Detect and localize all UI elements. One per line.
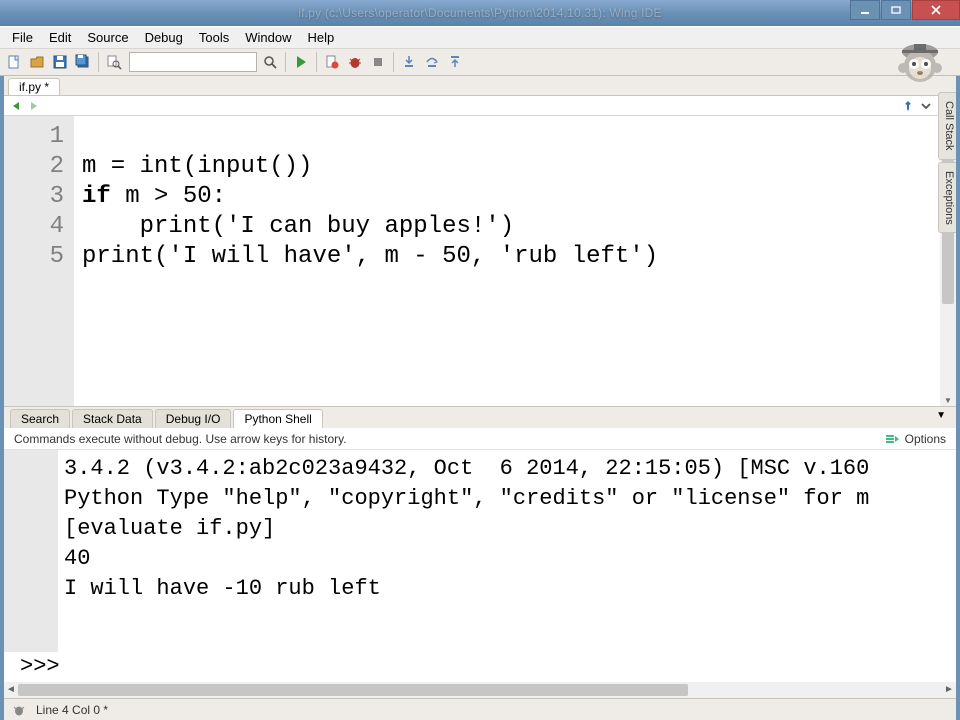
- panel-menu-icon[interactable]: ▼: [936, 410, 946, 421]
- toolbar: [0, 48, 960, 76]
- stop-button[interactable]: [368, 52, 388, 72]
- maximize-button[interactable]: [881, 0, 911, 20]
- code-editor[interactable]: 1 2 3 4 5 m = int(input()) if m > 50: pr…: [4, 116, 956, 406]
- minimize-button[interactable]: [850, 0, 880, 20]
- titlebar[interactable]: if.py (c:\Users\operator\Documents\Pytho…: [0, 0, 960, 26]
- chevron-down-icon[interactable]: [920, 100, 932, 112]
- window-title: if.py (c:\Users\operator\Documents\Pytho…: [298, 6, 661, 20]
- menu-window[interactable]: Window: [237, 28, 299, 47]
- step-over-button[interactable]: [422, 52, 442, 72]
- scroll-right-icon[interactable]: ►: [942, 682, 956, 698]
- save-button[interactable]: [50, 52, 70, 72]
- menubar: File Edit Source Debug Tools Window Help: [0, 26, 960, 48]
- run-button[interactable]: [291, 52, 311, 72]
- new-file-button[interactable]: [4, 52, 24, 72]
- code-area[interactable]: m = int(input()) if m > 50: print('I can…: [74, 116, 956, 406]
- menu-help[interactable]: Help: [299, 28, 342, 47]
- status-position: Line 4 Col 0 *: [36, 703, 108, 717]
- menu-edit[interactable]: Edit: [41, 28, 79, 47]
- menu-file[interactable]: File: [4, 28, 41, 47]
- menu-source[interactable]: Source: [79, 28, 136, 47]
- shell-hscroll[interactable]: ◄ ►: [4, 682, 956, 698]
- menu-tools[interactable]: Tools: [191, 28, 237, 47]
- file-tab[interactable]: if.py *: [8, 78, 60, 95]
- tab-debug-io[interactable]: Debug I/O: [155, 409, 232, 428]
- shell-prompt[interactable]: >>>: [4, 652, 956, 682]
- step-into-button[interactable]: [399, 52, 419, 72]
- shell-output[interactable]: 3.4.2 (v3.4.2:ab2c023a9432, Oct 6 2014, …: [58, 450, 956, 652]
- options-icon[interactable]: [885, 433, 899, 445]
- hscroll-thumb[interactable]: [18, 684, 688, 696]
- search-button[interactable]: [260, 52, 280, 72]
- line-gutter: 1 2 3 4 5: [4, 116, 74, 406]
- open-file-button[interactable]: [27, 52, 47, 72]
- scroll-down-icon[interactable]: ▼: [940, 396, 956, 406]
- nav-back-icon[interactable]: [10, 100, 22, 112]
- search-in-files-button[interactable]: [104, 52, 124, 72]
- debug-file-button[interactable]: [322, 52, 342, 72]
- close-button[interactable]: [912, 0, 960, 20]
- shell-gutter: [4, 450, 58, 652]
- bottom-tabs: Search Stack Data Debug I/O Python Shell…: [4, 406, 956, 428]
- statusbar: Line 4 Col 0 *: [4, 698, 956, 720]
- editor-nav: [4, 96, 956, 116]
- file-tabs: if.py *: [4, 76, 956, 96]
- scroll-left-icon[interactable]: ◄: [4, 682, 18, 698]
- pin-icon[interactable]: [902, 100, 914, 112]
- python-shell-pane: Commands execute without debug. Use arro…: [4, 428, 956, 698]
- debug-button[interactable]: [345, 52, 365, 72]
- nav-fwd-icon[interactable]: [28, 100, 40, 112]
- wing-logo-icon: [892, 36, 948, 92]
- status-bug-icon[interactable]: [12, 703, 26, 717]
- options-label[interactable]: Options: [905, 432, 946, 446]
- search-input[interactable]: [129, 52, 257, 72]
- menu-debug[interactable]: Debug: [137, 28, 191, 47]
- side-tab-callstack[interactable]: Call Stack: [938, 92, 956, 160]
- step-out-button[interactable]: [445, 52, 465, 72]
- tab-stack-data[interactable]: Stack Data: [72, 409, 153, 428]
- tab-search[interactable]: Search: [10, 409, 70, 428]
- side-tab-exceptions[interactable]: Exceptions: [938, 162, 956, 234]
- shell-hint: Commands execute without debug. Use arro…: [14, 432, 347, 446]
- tab-python-shell[interactable]: Python Shell: [233, 409, 322, 428]
- save-all-button[interactable]: [73, 52, 93, 72]
